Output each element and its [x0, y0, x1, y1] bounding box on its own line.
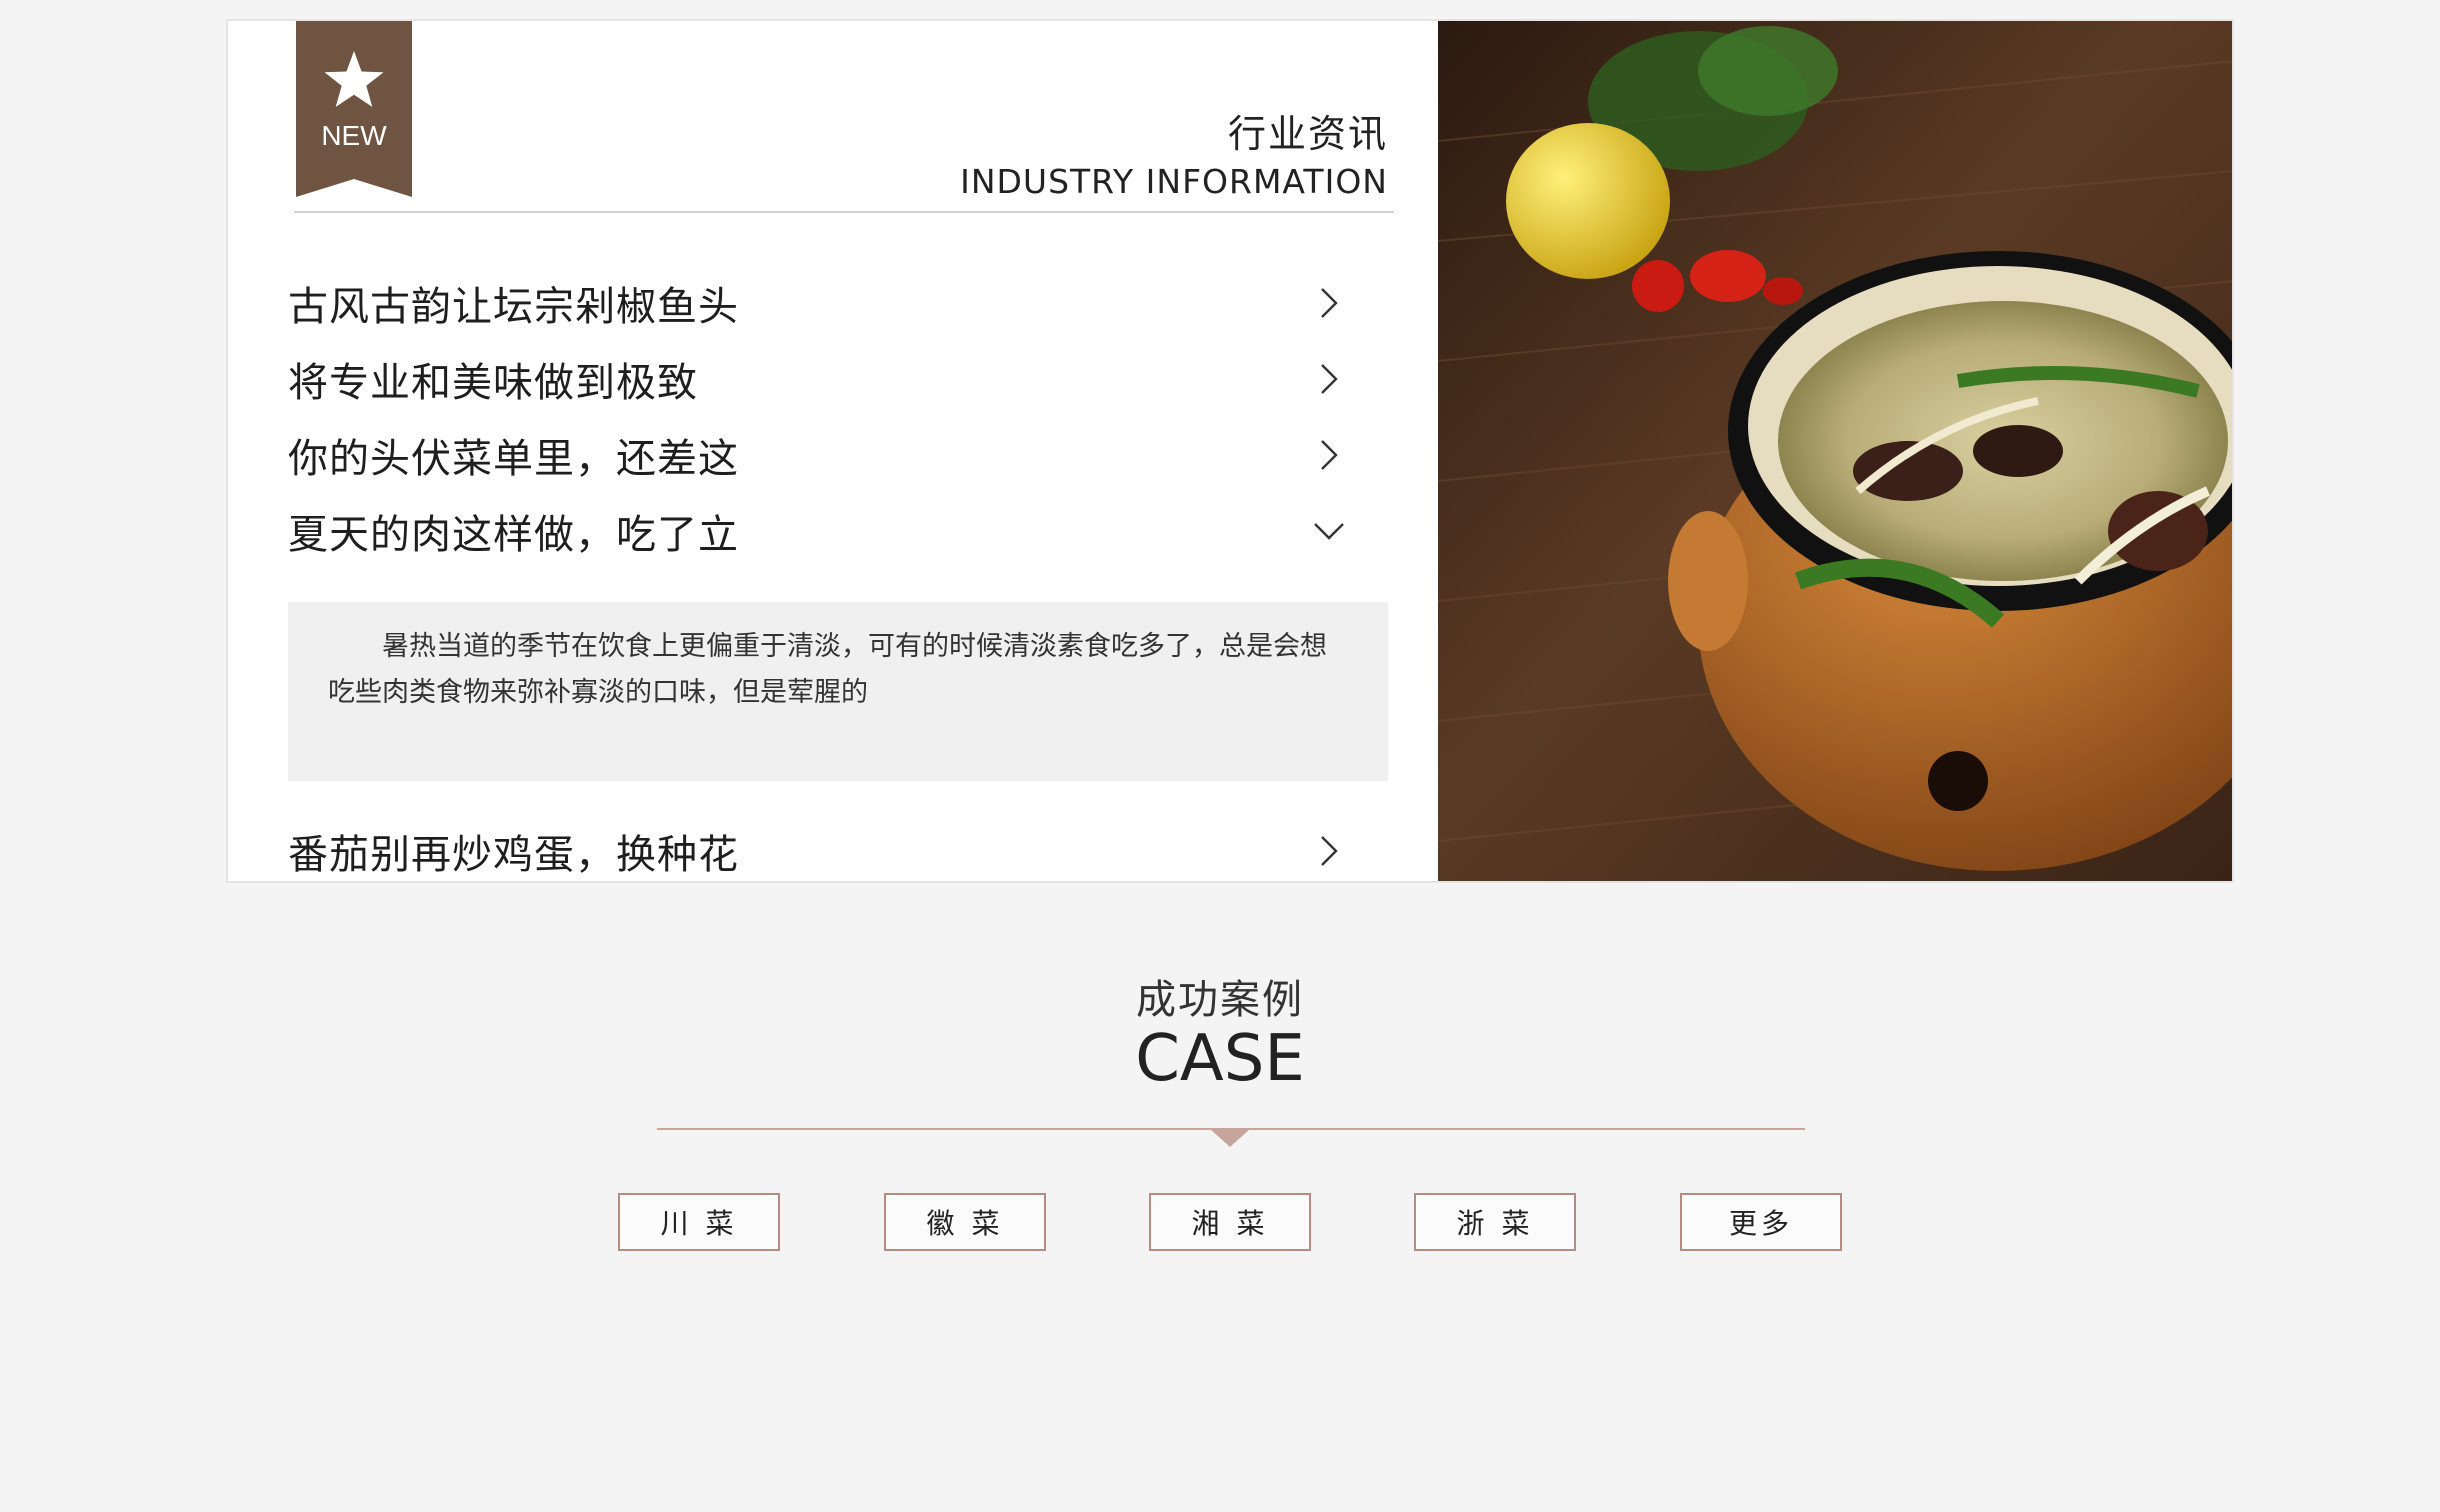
tab-sichuan[interactable]: 川 菜 — [618, 1193, 780, 1251]
heading-divider — [294, 211, 1394, 213]
chevron-right-icon — [1321, 836, 1338, 866]
news-summary: 暑热当道的季节在饮食上更偏重于清淡，可有的时候清淡素食吃多了，总是会想吃些肉类食… — [288, 602, 1388, 781]
tab-hunan[interactable]: 湘 菜 — [1149, 1193, 1311, 1251]
new-badge: NEW — [296, 21, 412, 197]
chevron-down-icon — [1314, 523, 1344, 540]
news-item[interactable]: 你的头伏菜单里，还差这 — [288, 425, 1348, 485]
news-item-title: 番茄别再炒鸡蛋，换种花 — [288, 832, 739, 878]
news-item-title: 古风古韵让坛宗剁椒鱼头 — [288, 284, 739, 330]
news-item-title: 你的头伏菜单里，还差这 — [288, 436, 739, 482]
industry-info-panel: NEW 行业资讯 INDUSTRY INFORMATION 古风古韵让坛宗剁椒鱼… — [226, 19, 2234, 883]
news-item-expanded[interactable]: 夏天的肉这样做，吃了立 — [288, 501, 1348, 561]
new-badge-label: NEW — [321, 120, 387, 151]
case-category-tabs: 川 菜 徽 菜 湘 菜 浙 菜 更多 — [0, 1193, 2440, 1251]
case-heading-en: CASE — [1135, 1022, 1305, 1096]
case-heading-cn: 成功案例 — [1136, 977, 1304, 1023]
tab-zhejiang[interactable]: 浙 菜 — [1414, 1193, 1576, 1251]
news-item[interactable]: 古风古韵让坛宗剁椒鱼头 — [288, 273, 1348, 333]
chevron-right-icon — [1321, 288, 1338, 318]
claypot-soup-photo — [1438, 21, 2232, 881]
news-item-title: 夏天的肉这样做，吃了立 — [288, 512, 739, 558]
section-heading: 行业资讯 INDUSTRY INFORMATION — [960, 103, 1388, 201]
tab-more[interactable]: 更多 — [1680, 1193, 1842, 1251]
industry-news-section: NEW 行业资讯 INDUSTRY INFORMATION 古风古韵让坛宗剁椒鱼… — [228, 21, 1438, 881]
chevron-right-icon — [1321, 364, 1338, 394]
heading-cn: 行业资讯 — [1227, 112, 1388, 156]
tab-anhui[interactable]: 徽 菜 — [884, 1193, 1046, 1251]
star-icon: NEW — [296, 21, 412, 197]
news-item[interactable]: 番茄别再炒鸡蛋，换种花 — [288, 821, 1348, 881]
chevron-right-icon — [1321, 440, 1338, 470]
news-item[interactable]: 将专业和美味做到极致 — [288, 349, 1348, 409]
news-item-title: 将专业和美味做到极致 — [288, 360, 698, 406]
heading-en: INDUSTRY INFORMATION — [960, 162, 1388, 201]
caret-down-icon — [1210, 1129, 1250, 1147]
